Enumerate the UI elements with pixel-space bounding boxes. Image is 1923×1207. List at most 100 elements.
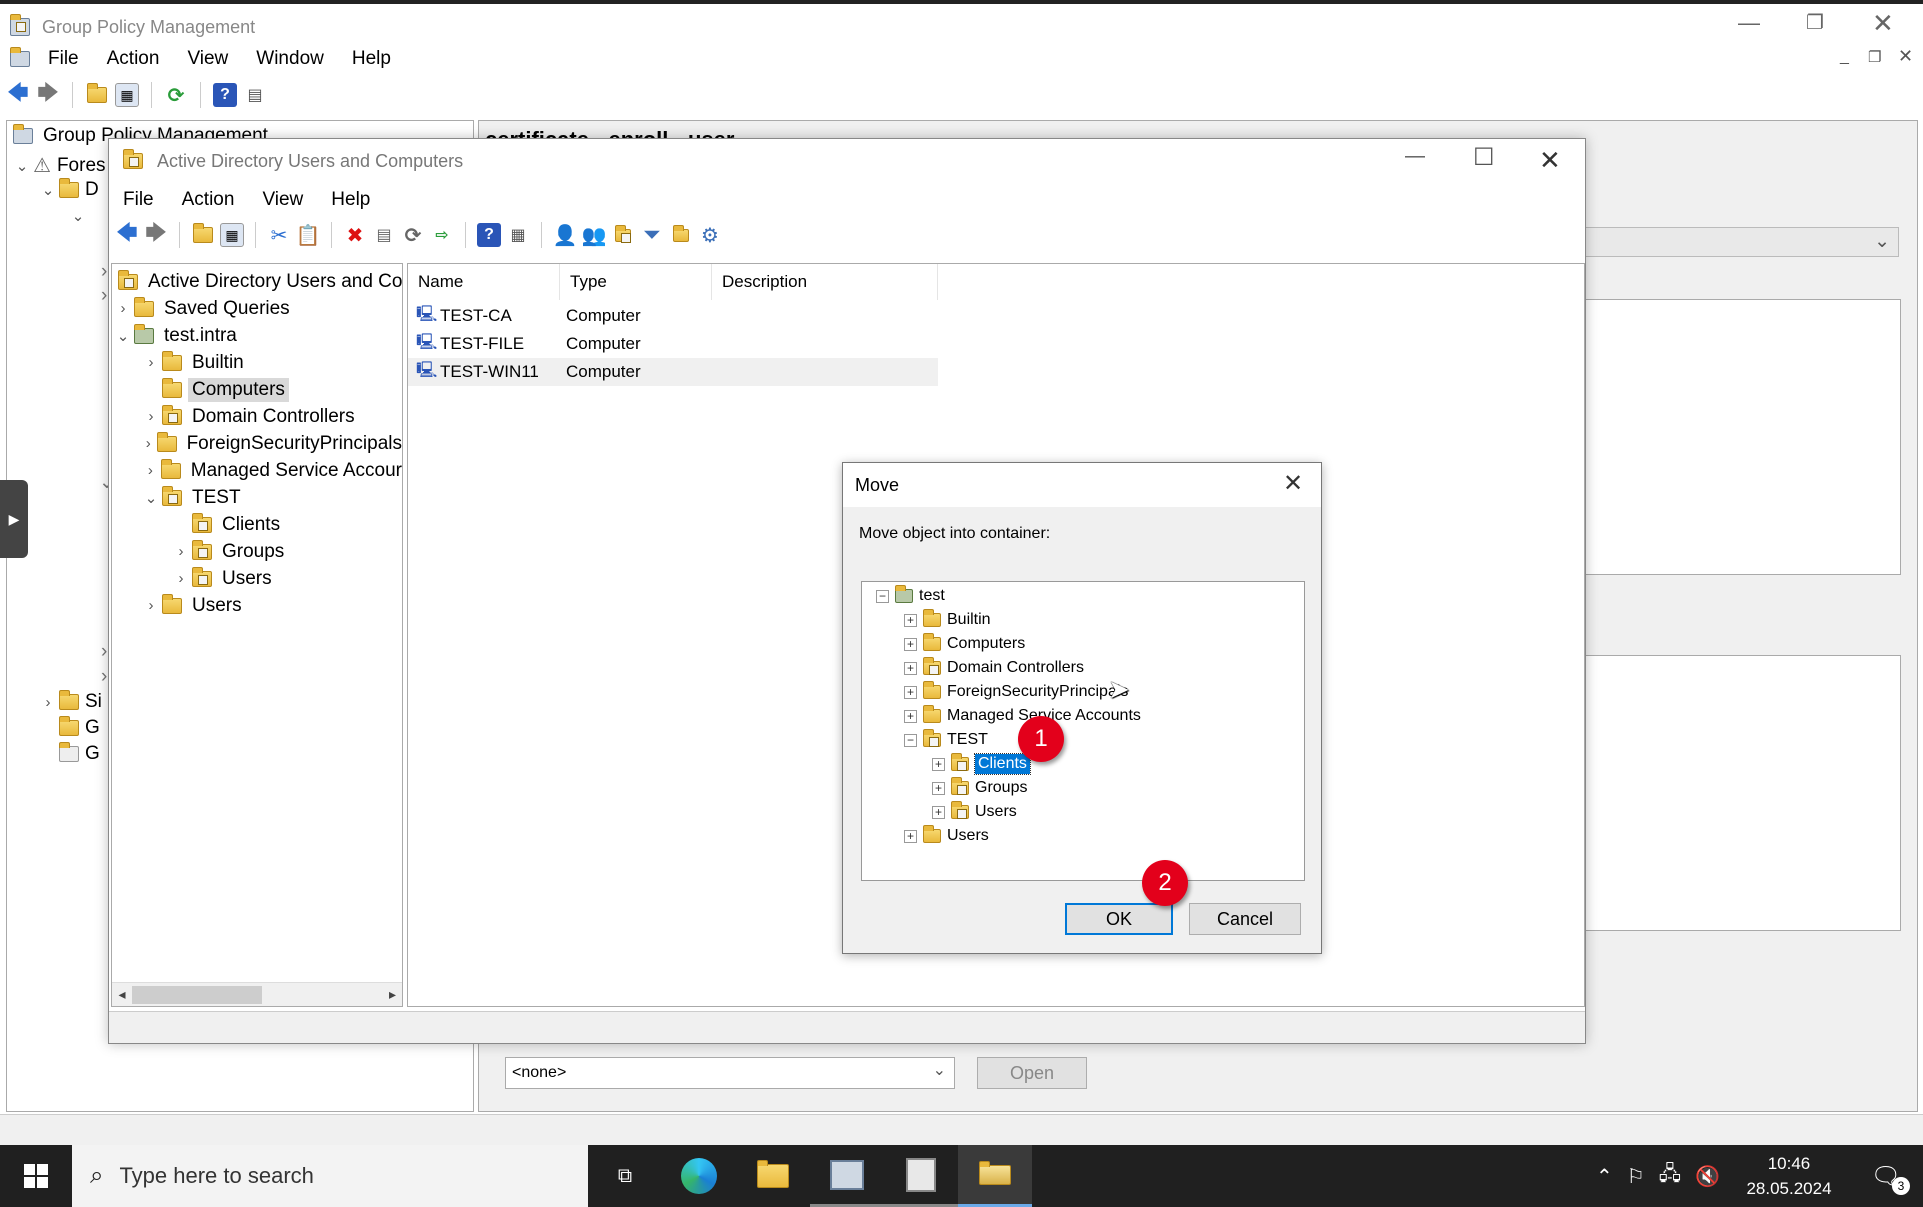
security-alert-icon[interactable]: ⚐	[1627, 1164, 1645, 1189]
expand-icon[interactable]: +	[904, 661, 917, 675]
tree-saved-queries[interactable]: › Saved Queries	[112, 295, 402, 322]
chevron-right-icon[interactable]: ›	[101, 261, 107, 283]
show-hide-tree-icon[interactable]: ▦	[115, 83, 139, 107]
move-tree-builtin[interactable]: + Builtin	[862, 608, 1304, 632]
network-icon[interactable]: 🖧	[1659, 1159, 1681, 1193]
chevron-right-icon[interactable]: ›	[170, 570, 192, 587]
gpm-tree-results[interactable]: G	[59, 742, 100, 765]
tree-builtin[interactable]: › Builtin	[112, 349, 402, 376]
tree-domain-controllers[interactable]: › Domain Controllers	[112, 403, 402, 430]
move-tree-dc[interactable]: + Domain Controllers	[862, 656, 1304, 680]
gpm-restore-button[interactable]: ❐	[1806, 10, 1824, 35]
up-folder-icon[interactable]	[85, 83, 109, 107]
move-close-button[interactable]: ✕	[1283, 469, 1303, 498]
forward-arrow-icon[interactable]: 🡆	[36, 82, 60, 107]
chevron-right-icon[interactable]: ›	[101, 666, 107, 688]
gpm-menu-help[interactable]: Help	[338, 48, 405, 70]
gpm-right-dropdown[interactable]: ⌄	[1579, 227, 1899, 257]
wmi-filter-select[interactable]: <none> ⌄	[505, 1057, 955, 1089]
chevron-down-icon[interactable]: ⌄	[140, 489, 162, 507]
move-tree-computers[interactable]: + Computers	[862, 632, 1304, 656]
move-tree-fsp[interactable]: + ForeignSecurityPrincipals	[862, 680, 1304, 704]
aduc-tree-root[interactable]: Active Directory Users and Com	[112, 268, 402, 295]
tree-domain[interactable]: ⌄ test.intra	[112, 322, 402, 349]
expand-icon[interactable]: +	[932, 805, 945, 819]
expand-icon[interactable]: +	[904, 637, 917, 651]
refresh-icon[interactable]: ⟳	[164, 83, 188, 107]
taskbar-clock[interactable]: 10:46 28.05.2024	[1744, 1151, 1834, 1201]
aduc-taskbar-button[interactable]	[958, 1145, 1032, 1207]
chevron-right-icon[interactable]: ›	[101, 285, 107, 307]
side-expand-handle[interactable]: ▶	[0, 480, 28, 558]
tree-users[interactable]: › Users	[112, 592, 402, 619]
explorer-taskbar-button[interactable]	[736, 1145, 810, 1207]
gpm-menu-action[interactable]: Action	[93, 48, 174, 70]
refresh-icon[interactable]: ⟳	[401, 223, 425, 247]
scroll-right-icon[interactable]: ▸	[389, 986, 396, 1003]
gpm-tree-domains[interactable]: ⌄ D	[37, 178, 99, 201]
chevron-right-icon[interactable]: ›	[140, 435, 157, 452]
aduc-menu-view[interactable]: View	[248, 189, 317, 211]
aduc-maximize-button[interactable]: ☐	[1473, 143, 1495, 172]
chevron-right-icon[interactable]: ›	[140, 462, 161, 479]
move-ok-button[interactable]: OK	[1065, 903, 1173, 935]
chevron-right-icon[interactable]: ›	[37, 694, 59, 711]
chevron-right-icon[interactable]: ›	[140, 408, 162, 425]
back-arrow-icon[interactable]: 🡄	[6, 82, 30, 107]
properties-icon[interactable]: ▤	[372, 223, 396, 247]
move-tree-msa[interactable]: +Managed Service Accounts	[862, 704, 1304, 728]
expand-icon[interactable]: +	[904, 829, 917, 843]
gpm-minimize-button[interactable]: —	[1738, 10, 1760, 36]
chevron-right-icon[interactable]: ›	[101, 641, 107, 663]
chevron-down-icon[interactable]: ⌄	[37, 181, 59, 199]
chevron-down-icon[interactable]: ⌄	[11, 157, 33, 175]
filter-icon[interactable]: ⏷	[640, 223, 664, 247]
move-tree-test[interactable]: − TEST	[862, 728, 1304, 752]
scroll-left-icon[interactable]: ◂	[112, 986, 132, 1003]
tree-test[interactable]: ⌄ TEST	[112, 484, 402, 511]
move-tree-root[interactable]: − test	[862, 584, 1304, 608]
export-list-icon[interactable]: ⇨	[430, 223, 454, 247]
collapse-icon[interactable]: −	[876, 589, 889, 603]
chevron-right-icon[interactable]: ›	[140, 597, 162, 614]
edge-taskbar-button[interactable]	[662, 1145, 736, 1207]
gpm-tree-sites[interactable]: › Si	[37, 690, 102, 713]
expand-icon[interactable]: +	[904, 709, 917, 723]
new-group-icon[interactable]: 👥	[582, 223, 607, 247]
forward-arrow-icon[interactable]: 🡆	[144, 222, 168, 247]
server-manager-taskbar-button[interactable]	[810, 1145, 884, 1207]
tree-fsp[interactable]: › ForeignSecurityPrincipals	[112, 430, 402, 457]
column-header-name[interactable]: Name	[408, 264, 560, 300]
add-to-group-icon[interactable]: ⚙	[698, 223, 722, 247]
scrollbar-thumb[interactable]	[132, 985, 262, 1004]
task-view-button[interactable]: ⧉	[588, 1145, 662, 1207]
move-cancel-button[interactable]: Cancel	[1189, 903, 1301, 935]
gpm-taskbar-button[interactable]	[884, 1145, 958, 1207]
column-header-type[interactable]: Type	[560, 264, 712, 300]
new-ou-icon[interactable]	[611, 223, 635, 247]
tree-msa[interactable]: › Managed Service Accour	[112, 457, 402, 484]
column-header-description[interactable]: Description	[712, 264, 938, 300]
gpm-tree-modeling[interactable]: G	[59, 716, 100, 739]
tree-clients[interactable]: Clients	[112, 511, 402, 538]
tree-groups[interactable]: › Groups	[112, 538, 402, 565]
help-icon[interactable]: ?	[213, 83, 237, 107]
move-tree-users[interactable]: + Users	[862, 824, 1304, 848]
chevron-right-icon[interactable]: ›	[112, 300, 134, 317]
help-icon[interactable]: ?	[477, 223, 501, 247]
move-tree[interactable]: − test + Builtin + Computers + Domain Contro…	[861, 581, 1305, 881]
move-tree-groups[interactable]: + Groups	[862, 776, 1304, 800]
notification-center-button[interactable]: 🗨 3	[1856, 1145, 1916, 1207]
show-hide-tree-icon[interactable]: ▦	[220, 223, 244, 247]
console-pane-icon[interactable]: ▦	[506, 223, 530, 247]
collapse-icon[interactable]: −	[904, 733, 917, 747]
volume-muted-icon[interactable]: 🔇	[1695, 1164, 1720, 1189]
aduc-menu-action[interactable]: Action	[168, 189, 249, 211]
expand-icon[interactable]: +	[904, 685, 917, 699]
new-user-icon[interactable]: 👤	[553, 223, 578, 247]
table-row[interactable]: 🖳 TEST-CA Computer	[408, 302, 938, 330]
gpm-menu-window[interactable]: Window	[242, 48, 338, 70]
expand-icon[interactable]: +	[932, 757, 945, 771]
chevron-down-icon[interactable]: ⌄	[67, 207, 89, 225]
gpm-menu-file[interactable]: File	[34, 48, 93, 70]
